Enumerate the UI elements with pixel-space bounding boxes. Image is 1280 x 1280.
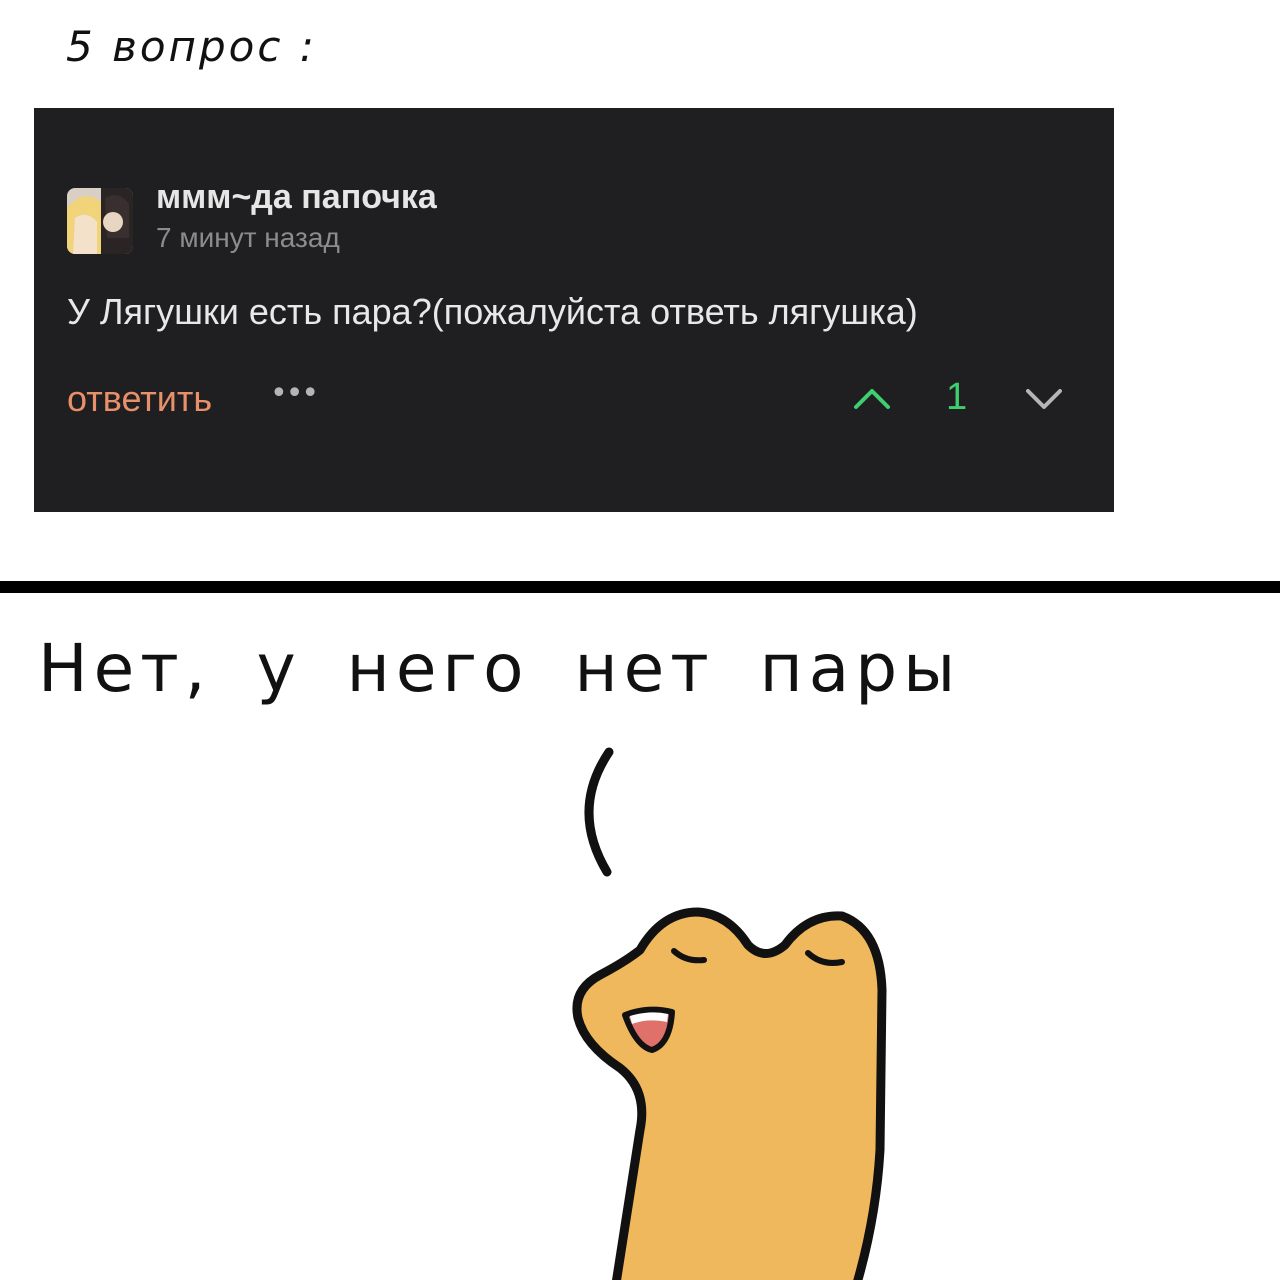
left-eye	[671, 948, 707, 964]
reply-button[interactable]: ответить	[67, 378, 212, 420]
panel-divider	[0, 581, 1280, 593]
comment-timestamp: 7 минут назад	[156, 222, 340, 253]
chevron-up-icon	[854, 389, 890, 409]
downvote-button[interactable]	[1024, 383, 1064, 413]
comment-author[interactable]: ммм~да папочка	[156, 178, 437, 217]
frog-body	[572, 907, 887, 1280]
avatar[interactable]	[67, 188, 133, 254]
chevron-down-icon	[1026, 389, 1062, 409]
upvote-button[interactable]	[852, 383, 892, 413]
comment-card: ммм~да папочка 7 минут назад У Лягушки е…	[34, 108, 1114, 512]
comment-text: У Лягушки есть пара?(пожалуйста ответь л…	[67, 291, 918, 332]
frog-mouth	[622, 1006, 675, 1053]
question-number-caption: 5 вопрос :	[66, 22, 317, 71]
avatar-image	[67, 188, 133, 254]
more-dots-icon[interactable]: •••	[270, 376, 319, 411]
right-eye	[805, 950, 845, 966]
frog-teeth	[630, 1012, 668, 1024]
thought-mark	[584, 747, 614, 877]
answer-caption: Нет, у него нет пары	[38, 630, 962, 707]
vote-score: 1	[946, 376, 968, 418]
